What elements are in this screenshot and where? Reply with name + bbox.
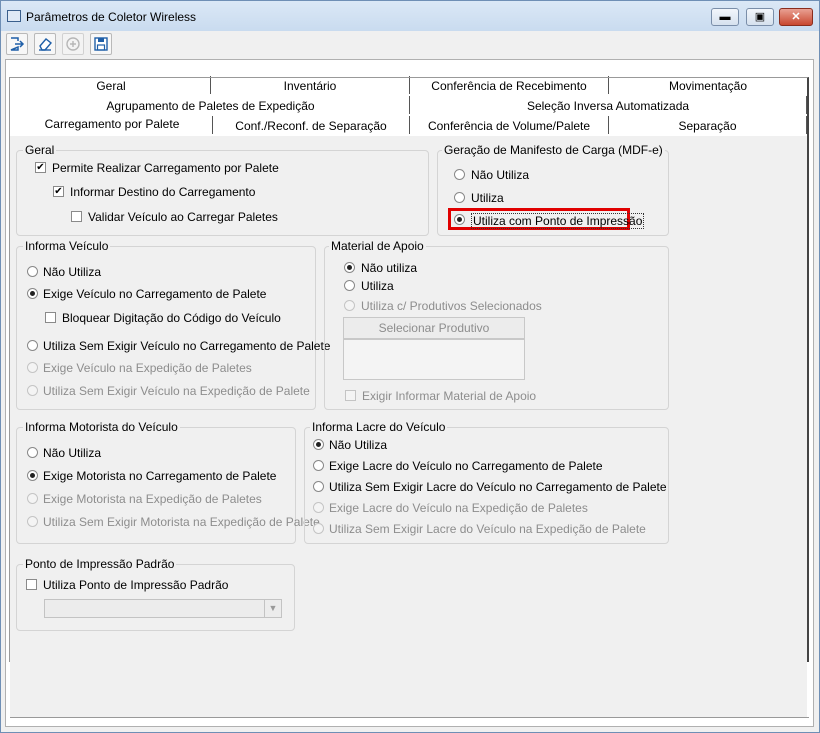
window-title: Parâmetros de Coletor Wireless <box>26 10 197 24</box>
toolbar <box>1 31 819 59</box>
lacre-sem-exigir-expedicao-label: Utiliza Sem Exigir Lacre do Veículo na E… <box>329 522 646 536</box>
clear-button[interactable] <box>34 33 56 55</box>
motorista-exige-expedicao-radio[interactable] <box>27 493 38 504</box>
informar-destino-checkbox[interactable]: ✔ <box>53 186 64 197</box>
lacre-exige-carregamento-label: Exige Lacre do Veículo no Carregamento d… <box>329 459 603 473</box>
add-button[interactable] <box>62 33 84 55</box>
informar-destino-label: Informar Destino do Carregamento <box>70 185 256 199</box>
geral-group-title: Geral <box>23 143 57 157</box>
bloquear-digitacao-label: Bloquear Digitação do Código do Veículo <box>62 311 281 325</box>
permite-carregamento-checkbox[interactable]: ✔ <box>35 162 46 173</box>
veiculo-sem-exigir-carregamento-label: Utiliza Sem Exigir Veículo no Carregamen… <box>43 339 331 353</box>
close-button[interactable]: ✕ <box>779 8 813 26</box>
motorista-nao-utiliza-label: Não Utiliza <box>43 446 102 460</box>
motorista-group-title: Informa Motorista do Veículo <box>23 420 180 434</box>
material-utiliza-label: Utiliza <box>361 279 394 293</box>
veiculo-nao-utiliza-radio[interactable] <box>27 266 38 277</box>
maximize-icon: ▣ <box>754 11 766 23</box>
ponto-impressao-group-title: Ponto de Impressão Padrão <box>23 557 177 571</box>
save-icon <box>94 37 108 51</box>
motorista-exige-carregamento-radio[interactable] <box>27 470 38 481</box>
motorista-exige-expedicao-label: Exige Motorista na Expedição de Paletes <box>43 492 262 506</box>
material-produtivos-label: Utiliza c/ Produtivos Selecionados <box>361 299 542 313</box>
selecionar-produtivo-button[interactable]: Selecionar Produtivo <box>343 317 525 339</box>
app-icon <box>7 10 21 22</box>
motorista-sem-exigir-label: Utiliza Sem Exigir Motorista na Expediçã… <box>43 515 320 529</box>
material-nao-utiliza-label: Não utiliza <box>361 261 418 275</box>
material-group-title: Material de Apoio <box>329 239 426 253</box>
utiliza-ponto-label: Utiliza Ponto de Impressão Padrão <box>43 578 229 592</box>
title-bar[interactable]: Parâmetros de Coletor Wireless ▬ ▣ ✕ <box>1 1 819 31</box>
exit-icon <box>10 37 25 51</box>
material-utiliza-radio[interactable] <box>344 280 355 291</box>
veiculo-exige-expedicao-radio[interactable] <box>27 362 38 373</box>
veiculo-sem-exigir-carregamento-radio[interactable] <box>27 340 38 351</box>
close-icon: ✕ <box>791 11 801 23</box>
mdfe-nao-utiliza-radio[interactable] <box>454 169 465 180</box>
lacre-sem-exigir-carregamento-radio[interactable] <box>313 481 324 492</box>
produtivos-listbox[interactable] <box>343 339 525 380</box>
mdfe-nao-utiliza-label: Não Utiliza <box>471 168 530 182</box>
veiculo-exige-expedicao-label: Exige Veículo na Expedição de Paletes <box>43 361 252 375</box>
mdfe-utiliza-label: Utiliza <box>471 191 504 205</box>
material-nao-utiliza-radio[interactable] <box>344 262 355 273</box>
eraser-icon <box>39 38 53 51</box>
tab-page-bottom-border <box>10 717 809 718</box>
mdfe-utiliza-ponto-label: Utiliza com Ponto de Impressão <box>471 213 645 229</box>
validar-veiculo-checkbox[interactable] <box>71 211 82 222</box>
lacre-nao-utiliza-radio[interactable] <box>313 439 324 450</box>
veiculo-exige-carregamento-label: Exige Veículo no Carregamento de Palete <box>43 287 267 301</box>
main-window: Parâmetros de Coletor Wireless ▬ ▣ ✕ Ger… <box>0 0 820 733</box>
mdfe-utiliza-ponto-radio[interactable] <box>454 214 465 225</box>
exigir-material-checkbox[interactable] <box>345 390 356 401</box>
motorista-exige-carregamento-label: Exige Motorista no Carregamento de Palet… <box>43 469 277 483</box>
lacre-exige-expedicao-label: Exige Lacre do Veículo na Expedição de P… <box>329 501 588 515</box>
utiliza-ponto-checkbox[interactable] <box>26 579 37 590</box>
veiculo-exige-carregamento-radio[interactable] <box>27 288 38 299</box>
minimize-icon: ▬ <box>719 11 731 23</box>
lacre-nao-utiliza-label: Não Utiliza <box>329 438 388 452</box>
lacre-exige-carregamento-radio[interactable] <box>313 460 324 471</box>
save-button[interactable] <box>90 33 112 55</box>
mdfe-group-title: Geração de Manifesto de Carga (MDF-e) <box>442 143 665 157</box>
maximize-button[interactable]: ▣ <box>746 8 774 26</box>
lacre-sem-exigir-expedicao-radio[interactable] <box>313 523 324 534</box>
ponto-impressao-select[interactable]: ▼ <box>44 599 282 618</box>
lacre-sem-exigir-carregamento-label: Utiliza Sem Exigir Lacre do Veículo no C… <box>329 480 667 494</box>
validar-veiculo-label: Validar Veículo ao Carregar Paletes <box>88 210 278 224</box>
exigir-material-label: Exigir Informar Material de Apoio <box>362 389 537 403</box>
lacre-group-title: Informa Lacre do Veículo <box>310 420 448 434</box>
veiculo-group-title: Informa Veículo <box>23 239 111 253</box>
chevron-down-icon[interactable]: ▼ <box>264 600 281 617</box>
veiculo-sem-exigir-expedicao-label: Utiliza Sem Exigir Veículo na Expedição … <box>43 384 310 398</box>
ponto-impressao-group <box>16 564 295 631</box>
mdfe-utiliza-radio[interactable] <box>454 192 465 203</box>
veiculo-sem-exigir-expedicao-radio[interactable] <box>27 385 38 396</box>
add-icon <box>66 37 80 51</box>
bloquear-digitacao-checkbox[interactable] <box>45 312 56 323</box>
minimize-button[interactable]: ▬ <box>711 8 739 26</box>
exit-button[interactable] <box>6 33 28 55</box>
motorista-nao-utiliza-radio[interactable] <box>27 447 38 458</box>
motorista-sem-exigir-radio[interactable] <box>27 516 38 527</box>
lacre-exige-expedicao-radio[interactable] <box>313 502 324 513</box>
veiculo-nao-utiliza-label: Não Utiliza <box>43 265 102 279</box>
material-produtivos-radio[interactable] <box>344 300 355 311</box>
permite-carregamento-label: Permite Realizar Carregamento por Palete <box>52 161 279 175</box>
